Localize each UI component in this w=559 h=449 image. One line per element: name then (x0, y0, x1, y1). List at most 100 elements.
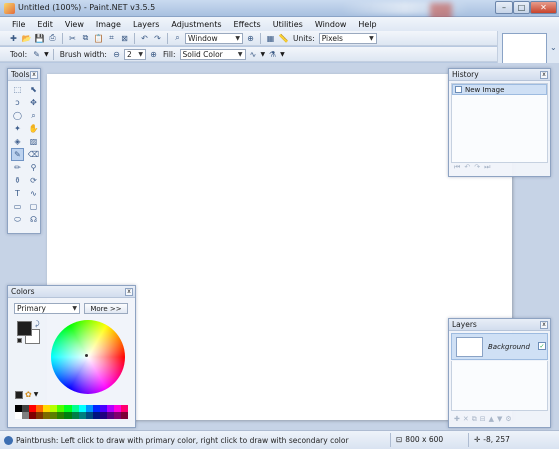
history-redo-icon[interactable]: ↷ (474, 163, 480, 172)
palette-swatch[interactable] (99, 412, 107, 419)
save-icon[interactable]: 💾 (34, 33, 45, 44)
close-icon[interactable]: x (30, 71, 38, 79)
palette-swatch[interactable] (36, 412, 44, 419)
print-icon[interactable]: ⎙ (47, 33, 58, 44)
chevron-down-icon[interactable]: ▼ (44, 51, 49, 58)
brush-width-decrease-icon[interactable]: ⊖ (111, 49, 122, 60)
rounded-rectangle-icon[interactable]: ▢ (27, 200, 40, 213)
menu-window[interactable]: Window (309, 20, 353, 29)
palette-swatch[interactable] (64, 405, 72, 412)
move-layer-up-icon[interactable]: ▲ (489, 415, 494, 424)
history-last-icon[interactable]: ⏭ (484, 163, 490, 172)
close-icon[interactable]: x (540, 321, 548, 329)
palette-swatch[interactable] (92, 412, 100, 419)
palette-swatch[interactable] (85, 405, 93, 412)
chevron-down-icon[interactable]: ⌄ (550, 43, 557, 52)
palette-swatch[interactable] (120, 412, 128, 419)
palette-swatch[interactable] (22, 412, 30, 419)
chevron-down-icon[interactable]: ▼ (261, 51, 266, 58)
layer-row[interactable]: Background ✓ (451, 333, 548, 360)
menu-adjustments[interactable]: Adjustments (165, 20, 227, 29)
recolor-icon[interactable]: ⟳ (27, 174, 40, 187)
palette-swatch[interactable] (64, 412, 72, 419)
new-image-icon[interactable]: ✚ (8, 33, 19, 44)
palette-menu-icon[interactable]: ✿ (25, 390, 32, 399)
palette-swatch[interactable] (36, 405, 44, 412)
pencil-icon[interactable]: ✏ (11, 161, 24, 174)
palette-swatch[interactable] (85, 412, 93, 419)
history-item[interactable]: New Image (452, 84, 547, 95)
menu-edit[interactable]: Edit (31, 20, 59, 29)
fill-select[interactable]: Solid Color ▼ (179, 48, 246, 60)
maximize-button[interactable]: □ (513, 1, 530, 14)
zoom-in-icon[interactable]: ⊕ (245, 33, 256, 44)
close-icon[interactable]: x (540, 71, 548, 79)
chevron-down-icon[interactable]: ▼ (34, 391, 39, 398)
cut-icon[interactable]: ✂ (67, 33, 78, 44)
palette-swatch[interactable] (50, 412, 58, 419)
palette-swatch[interactable] (78, 405, 86, 412)
minimize-button[interactable]: – (495, 1, 513, 14)
close-icon[interactable]: x (125, 288, 133, 296)
palette-swatch[interactable] (92, 405, 100, 412)
rulers-icon[interactable]: 📏 (278, 33, 289, 44)
history-first-icon[interactable]: ⏮ (454, 163, 460, 172)
crop-icon[interactable]: ⌗ (106, 33, 117, 44)
swap-colors-icon[interactable]: ⤸ (35, 320, 39, 329)
current-tool-paintbrush-icon[interactable]: ✎ (31, 49, 42, 60)
rectangle-icon[interactable]: ▭ (11, 200, 24, 213)
history-undo-icon[interactable]: ↶ (464, 163, 470, 172)
blend-mode-icon[interactable]: ⚗ (267, 49, 278, 60)
menu-file[interactable]: File (6, 20, 31, 29)
move-selection-icon[interactable]: ⬉ (27, 83, 40, 96)
units-select[interactable]: Pixels ▼ (318, 32, 377, 44)
image-tab-thumbnail[interactable] (502, 33, 547, 65)
brush-width-increase-icon[interactable]: ⊕ (148, 49, 159, 60)
rectangle-select-icon[interactable]: ⬚ (11, 83, 24, 96)
palette-swatch[interactable] (106, 405, 114, 412)
text-icon[interactable]: T (11, 187, 24, 200)
more-colors-button[interactable]: More >> (84, 303, 128, 314)
zoom-select[interactable]: Window ▼ (185, 32, 243, 44)
palette-swatch[interactable] (78, 412, 86, 419)
color-target-select[interactable]: Primary ▼ (14, 303, 80, 314)
delete-layer-icon[interactable]: ✕ (463, 415, 469, 424)
move-layer-down-icon[interactable]: ▼ (497, 415, 502, 424)
ellipse-select-icon[interactable]: ◯ (11, 109, 24, 122)
palette-swatch[interactable] (99, 405, 107, 412)
reset-colors-icon[interactable] (17, 338, 22, 343)
palette-swatch[interactable] (50, 405, 58, 412)
palette-swatch[interactable] (29, 405, 37, 412)
menu-image[interactable]: Image (90, 20, 127, 29)
palette-swatch[interactable] (29, 412, 37, 419)
gradient-icon[interactable]: ▨ (27, 135, 40, 148)
palette-swatch[interactable] (71, 405, 79, 412)
menu-layers[interactable]: Layers (127, 20, 165, 29)
menu-help[interactable]: Help (352, 20, 382, 29)
copy-icon[interactable]: ⧉ (80, 33, 91, 44)
redo-icon[interactable]: ↷ (152, 33, 163, 44)
eraser-icon[interactable]: ⌫ (27, 148, 40, 161)
palette-swatch[interactable] (15, 405, 23, 412)
deselect-icon[interactable]: ⊠ (119, 33, 130, 44)
close-button[interactable]: ✕ (530, 1, 557, 14)
primary-color-swatch[interactable] (17, 321, 32, 336)
magic-wand-icon[interactable]: ✦ (11, 122, 24, 135)
palette-swatch[interactable] (113, 405, 121, 412)
palette-swatch[interactable] (15, 412, 23, 419)
paste-icon[interactable]: 📋 (93, 33, 104, 44)
palette-swatch[interactable] (120, 405, 128, 412)
merge-layer-icon[interactable]: ⊟ (480, 415, 486, 424)
add-layer-icon[interactable]: ✚ (454, 415, 460, 424)
palette-swatch[interactable] (113, 412, 121, 419)
palette-swatch[interactable] (43, 405, 51, 412)
ellipse-icon[interactable]: ⬭ (11, 213, 24, 226)
brush-width-select[interactable]: 2 ▼ (123, 48, 146, 60)
duplicate-layer-icon[interactable]: ⧉ (472, 415, 477, 424)
line-curve-icon[interactable]: ∿ (27, 187, 40, 200)
paintbrush-icon[interactable]: ✎ (11, 148, 24, 161)
freeform-shape-icon[interactable]: ☊ (27, 213, 40, 226)
color-picker-icon[interactable]: ⚲ (27, 161, 40, 174)
paint-bucket-icon[interactable]: ◈ (11, 135, 24, 148)
menu-effects[interactable]: Effects (228, 20, 267, 29)
